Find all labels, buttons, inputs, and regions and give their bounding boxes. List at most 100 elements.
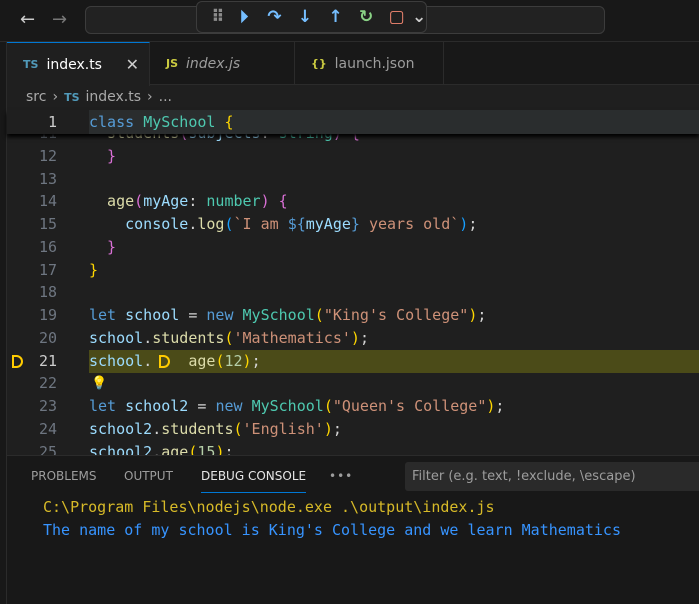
code-token: school2 xyxy=(89,419,153,438)
code-token: = xyxy=(197,397,216,415)
code-token: age xyxy=(188,351,216,370)
forward-icon[interactable]: → xyxy=(52,9,67,30)
code-token: = xyxy=(188,306,207,324)
code-token: 'English' xyxy=(242,419,324,438)
code-token: ( xyxy=(224,215,234,233)
step-over-icon[interactable]: ↷ xyxy=(259,7,290,27)
panel-tab-output[interactable]: OUTPUT xyxy=(124,469,173,483)
code-token: ) xyxy=(260,192,279,211)
code-token: ) xyxy=(459,215,469,233)
code-text: } xyxy=(89,259,98,282)
editor-tabs: TS index.ts ✕ JS index.js {} launch.json xyxy=(7,42,699,86)
code-token: ( xyxy=(314,306,324,324)
sticky-scroll-line[interactable]: 1 class MySchool { xyxy=(7,110,699,134)
code-token: ) xyxy=(350,328,360,347)
code-line: 17} xyxy=(7,259,699,282)
panel-tab-debug-console[interactable]: DEBUG CONSOLE xyxy=(201,469,307,493)
breadcrumb: src › TS index.ts › ... xyxy=(26,89,172,105)
line-number: 20 xyxy=(38,328,57,347)
breadcrumb-file[interactable]: index.ts xyxy=(86,89,142,105)
code-token: } xyxy=(89,146,117,165)
title-bar: ← → ⠿ ⏵ ↷ ↓ ↑ ↻ ▢ ⌄ xyxy=(0,0,699,42)
code-token: . xyxy=(152,419,162,438)
code-token: `I am xyxy=(233,215,288,233)
code-token: age xyxy=(89,192,135,211)
more-actions-icon[interactable]: ••• xyxy=(329,469,353,483)
code-text: age(myAge: number) { xyxy=(89,190,288,213)
chevron-right-icon: › xyxy=(52,89,59,105)
breakpoint-stopped-icon[interactable] xyxy=(12,354,23,368)
code-token: ; xyxy=(359,328,369,347)
code-token: } xyxy=(89,260,99,279)
filter-input[interactable]: Filter (e.g. text, !exclude, \escape) xyxy=(405,462,699,491)
stop-icon[interactable]: ▢ xyxy=(381,7,412,27)
code-token: ; xyxy=(468,215,478,233)
code-token: ) xyxy=(242,351,252,370)
code-line: class MySchool { xyxy=(89,110,234,134)
line-number: 12 xyxy=(38,146,57,165)
code-token: ) xyxy=(323,419,333,438)
code-line: 14 age(myAge: number) { xyxy=(7,190,699,213)
continue-icon[interactable]: ⏵ xyxy=(229,7,260,27)
tab-launch-json[interactable]: {} launch.json xyxy=(295,42,444,85)
inline-breakpoint-icon[interactable] xyxy=(159,354,170,368)
code-token: { xyxy=(224,113,234,131)
code-token: MySchool xyxy=(242,306,315,324)
tab-label: index.js xyxy=(186,55,241,72)
code-line: 20 school.students('Mathematics'); xyxy=(7,327,699,350)
code-line: 18 xyxy=(7,281,699,304)
restart-icon[interactable]: ↻ xyxy=(351,7,382,27)
line-number: 19 xyxy=(38,306,57,324)
code-text: school.students('Mathematics'); xyxy=(89,327,369,350)
line-number: 15 xyxy=(38,215,57,233)
code-token: ; xyxy=(477,306,487,324)
code-token: 12 xyxy=(224,351,243,370)
step-into-icon[interactable]: ↓ xyxy=(290,7,321,27)
code-line: 15 console.log(`I am ${myAge} years old`… xyxy=(7,213,699,236)
code-token: ( xyxy=(233,419,243,438)
code-token: } xyxy=(89,237,117,256)
line-number: 18 xyxy=(38,283,57,302)
breadcrumb-symbols[interactable]: ... xyxy=(159,89,172,105)
code-token: ( xyxy=(224,328,234,347)
step-out-icon[interactable]: ↑ xyxy=(320,7,351,27)
code-line: 24 school2.students('English'); xyxy=(7,418,699,441)
code-token: let xyxy=(89,306,126,324)
code-token: "King's College" xyxy=(323,306,469,324)
code-token: number xyxy=(206,192,261,211)
code-line: 13 xyxy=(7,168,699,191)
line-number: 24 xyxy=(38,419,57,438)
back-icon[interactable]: ← xyxy=(20,9,35,30)
code-text: console.log(`I am ${myAge} years old`); xyxy=(89,213,477,236)
tab-index-ts[interactable]: TS index.ts ✕ xyxy=(7,42,150,86)
code-line: 23 let school2 = new MySchool("Queen's Co… xyxy=(7,395,699,418)
line-number: 23 xyxy=(38,397,57,415)
code-token: console xyxy=(89,215,189,233)
tab-index-js[interactable]: JS index.js xyxy=(150,42,295,85)
code-token: myAge xyxy=(143,192,189,211)
code-text: school2.students('English'); xyxy=(89,418,342,441)
close-icon[interactable]: ✕ xyxy=(126,55,139,74)
line-number: 14 xyxy=(38,192,57,211)
code-token: students xyxy=(152,328,225,347)
debug-toolbar: ⠿ ⏵ ↷ ↓ ↑ ↻ ▢ ⌄ xyxy=(196,1,427,33)
code-token: myAge xyxy=(305,215,351,233)
code-token: 'Mathematics' xyxy=(233,328,351,347)
ts-file-icon: TS xyxy=(23,58,39,71)
json-file-icon: {} xyxy=(311,57,327,70)
line-number: 13 xyxy=(38,169,57,188)
lightbulb-icon[interactable]: 💡 xyxy=(91,372,107,395)
breadcrumb-folder[interactable]: src xyxy=(26,89,46,105)
chevron-down-icon[interactable]: ⌄ xyxy=(412,7,426,27)
panel-tab-problems[interactable]: PROBLEMS xyxy=(31,469,97,483)
line-number: 22 xyxy=(38,374,57,393)
code-line: 22 💡 xyxy=(7,372,699,395)
code-token: MySchool xyxy=(251,397,324,415)
code-token: let xyxy=(89,397,126,415)
bottom-panel: PROBLEMS OUTPUT DEBUG CONSOLE ••• Filter (… xyxy=(7,455,699,604)
typescript-file-icon: TS xyxy=(64,90,80,104)
code-line: 19 let school = new MySchool("King's Coll… xyxy=(7,304,699,327)
code-token: ${ xyxy=(287,215,306,233)
code-token: ; xyxy=(495,397,505,415)
tab-label: launch.json xyxy=(334,55,415,72)
